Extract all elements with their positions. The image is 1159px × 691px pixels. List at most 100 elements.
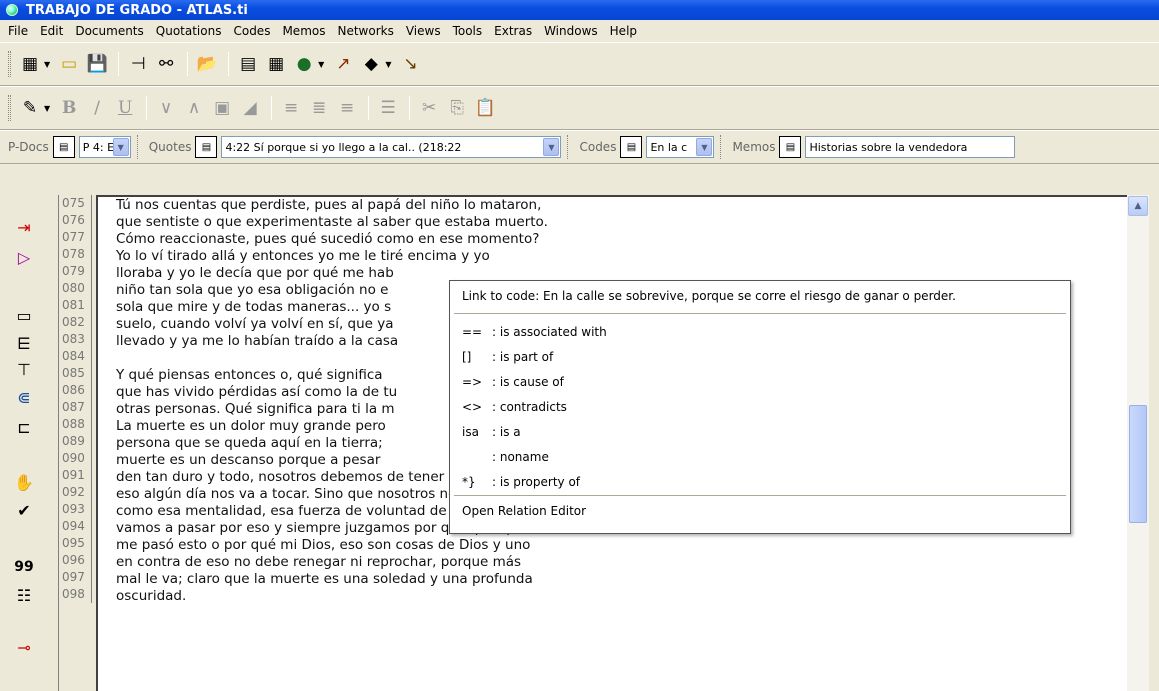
menu-networks[interactable]: Networks xyxy=(331,24,399,38)
align-center-icon[interactable]: ≣ xyxy=(306,95,332,121)
toolbar-grip[interactable] xyxy=(8,95,11,121)
relation-menu-item[interactable]: *}: is property of xyxy=(450,470,1070,495)
bold-icon[interactable]: B xyxy=(56,95,82,121)
chevron-down-icon[interactable]: ∨ xyxy=(153,95,179,121)
check-icon[interactable]: ✔ xyxy=(12,498,36,522)
title-bar: TRABAJO DE GRADO - ATLAS.ti xyxy=(0,0,1159,20)
chevron-down-icon[interactable]: ▼ xyxy=(44,60,50,69)
line-number: 097 xyxy=(59,569,92,586)
menu-file[interactable]: File xyxy=(2,24,34,38)
chevron-down-icon[interactable]: ▼ xyxy=(385,60,391,69)
menu-quotations[interactable]: Quotations xyxy=(150,24,228,38)
back-arrow-icon[interactable]: ◆ xyxy=(358,51,384,77)
scrollbar-thumb[interactable] xyxy=(1129,405,1147,523)
open-relation-editor-item[interactable]: Open Relation Editor xyxy=(450,496,1070,526)
pdocs-list-icon[interactable]: ▤ xyxy=(52,136,75,158)
chevron-down-icon[interactable]: ▼ xyxy=(318,60,324,69)
tools-icon[interactable]: ↗ xyxy=(330,51,356,77)
document-list-icon[interactable]: ☷ xyxy=(12,583,36,607)
italic-icon[interactable]: ∕ xyxy=(84,95,110,121)
create-quotation-icon[interactable]: ⇥ xyxy=(12,215,36,239)
codes-select[interactable]: En la c ▼ xyxy=(646,136,715,158)
relation-symbol: [] xyxy=(462,350,472,364)
line-number: 098 xyxy=(59,586,92,603)
copy-icon[interactable]: ⎘ xyxy=(444,95,470,121)
cut-icon[interactable]: ✂ xyxy=(416,95,442,121)
quotes-select[interactable]: 4:22 Sí porque si yo llego a la cal.. (2… xyxy=(221,136,562,158)
text-line: Tú nos cuentas que perdiste, pues al pap… xyxy=(116,197,542,213)
menu-documents[interactable]: Documents xyxy=(69,24,149,38)
menu-help[interactable]: Help xyxy=(604,24,643,38)
chevron-down-icon[interactable]: ▼ xyxy=(543,138,560,156)
relation-menu-item[interactable]: isa: is a xyxy=(450,420,1070,445)
tree-icon[interactable]: ⊣ xyxy=(125,51,151,77)
properties-icon[interactable]: ▤ xyxy=(235,51,261,77)
auto-code-icon[interactable]: ⋐ xyxy=(12,385,36,409)
globe-icon[interactable]: ● xyxy=(291,51,317,77)
relation-menu-item[interactable]: : noname xyxy=(450,445,1070,470)
align-left-icon[interactable]: ≡ xyxy=(278,95,304,121)
align-right-icon[interactable]: ≡ xyxy=(334,95,360,121)
menu-windows[interactable]: Windows xyxy=(538,24,604,38)
chevron-down-icon[interactable]: ▼ xyxy=(44,104,50,113)
memos-list-icon[interactable]: ▤ xyxy=(779,136,802,158)
toolbar-separator xyxy=(409,96,411,120)
quote-counter[interactable]: 99 xyxy=(12,555,36,579)
quotes-list-icon[interactable]: ▤ xyxy=(195,136,218,158)
bullets-icon[interactable]: ☰ xyxy=(375,95,401,121)
open-folder-icon[interactable]: 📂 xyxy=(194,51,220,77)
paste-icon[interactable]: 📋 xyxy=(472,95,498,121)
rectangle-icon[interactable]: ▭ xyxy=(12,303,36,327)
code-icon[interactable]: ⊤ xyxy=(12,357,36,381)
hand-icon[interactable]: ✋ xyxy=(12,470,36,494)
window-icon[interactable]: ▭ xyxy=(56,51,82,77)
save-icon[interactable]: 💾 xyxy=(84,51,110,77)
relation-symbol: == xyxy=(462,325,483,339)
underline-icon[interactable]: U xyxy=(112,95,138,121)
line-number: 092 xyxy=(59,484,92,501)
line-number: 084 xyxy=(59,348,92,365)
relation-menu-item[interactable]: <>: contradicts xyxy=(450,395,1070,420)
network-icon[interactable]: ⊸ xyxy=(12,635,36,659)
line-number: 080 xyxy=(59,280,92,297)
eraser-icon[interactable]: ◢ xyxy=(237,95,263,121)
menu-tools[interactable]: Tools xyxy=(447,24,489,38)
toolbar-separator xyxy=(720,135,722,159)
memos-value: Historias sobre la vendedora xyxy=(809,140,968,154)
line-number: 091 xyxy=(59,467,92,484)
toolbar-grip[interactable] xyxy=(8,51,11,77)
table-icon[interactable]: ▦ xyxy=(263,51,289,77)
chevron-up-icon[interactable]: ∧ xyxy=(181,95,207,121)
chevron-down-icon[interactable]: ▼ xyxy=(112,138,129,156)
line-number: 085 xyxy=(59,365,92,382)
code-list-icon[interactable]: ⋿ xyxy=(12,331,36,355)
relation-menu-item[interactable]: ==: is associated with xyxy=(450,320,1070,345)
menu-codes[interactable]: Codes xyxy=(227,24,276,38)
codes-list-icon[interactable]: ▤ xyxy=(620,136,643,158)
navigator-toolbar: P-Docs ▤ P 4: EN ▼ Quotes ▤ 4:22 Sí porq… xyxy=(0,130,1159,164)
menu-views[interactable]: Views xyxy=(400,24,447,38)
line-number: 090 xyxy=(59,450,92,467)
pointer-icon[interactable]: ↘ xyxy=(397,51,423,77)
link-icon[interactable]: ⊏ xyxy=(12,415,36,439)
hermeneutic-unit-icon[interactable]: ▦ xyxy=(17,51,43,77)
frame-icon[interactable]: ▣ xyxy=(209,95,235,121)
binoculars-icon[interactable]: ⚯ xyxy=(153,51,179,77)
pdocs-select[interactable]: P 4: EN ▼ xyxy=(78,136,131,158)
main-toolbar: ▦ ▼ ▭ 💾 ⊣ ⚯ 📂 ▤ ▦ ● ▼ ↗ ◆ ▼ ↘ xyxy=(0,42,1159,86)
line-number: 094 xyxy=(59,518,92,535)
menu-memos[interactable]: Memos xyxy=(276,24,331,38)
relation-menu-item[interactable]: => : is cause of xyxy=(450,370,1070,395)
memos-select[interactable]: Historias sobre la vendedora xyxy=(805,136,1016,158)
pen-icon[interactable]: ✎ xyxy=(17,95,43,121)
chevron-down-icon[interactable]: ▼ xyxy=(696,138,713,156)
menu-extras[interactable]: Extras xyxy=(488,24,538,38)
relation-symbol: => xyxy=(462,375,483,389)
relation-label: : is cause of xyxy=(492,375,564,389)
play-icon[interactable]: ▷ xyxy=(12,245,36,269)
menu-edit[interactable]: Edit xyxy=(34,24,69,38)
scroll-up-button[interactable]: ▲ xyxy=(1128,196,1148,216)
relation-label: : is part of xyxy=(492,350,554,364)
vertical-scrollbar[interactable]: ▲ xyxy=(1127,195,1149,691)
relation-menu-item[interactable]: [] : is part of xyxy=(450,345,1070,370)
